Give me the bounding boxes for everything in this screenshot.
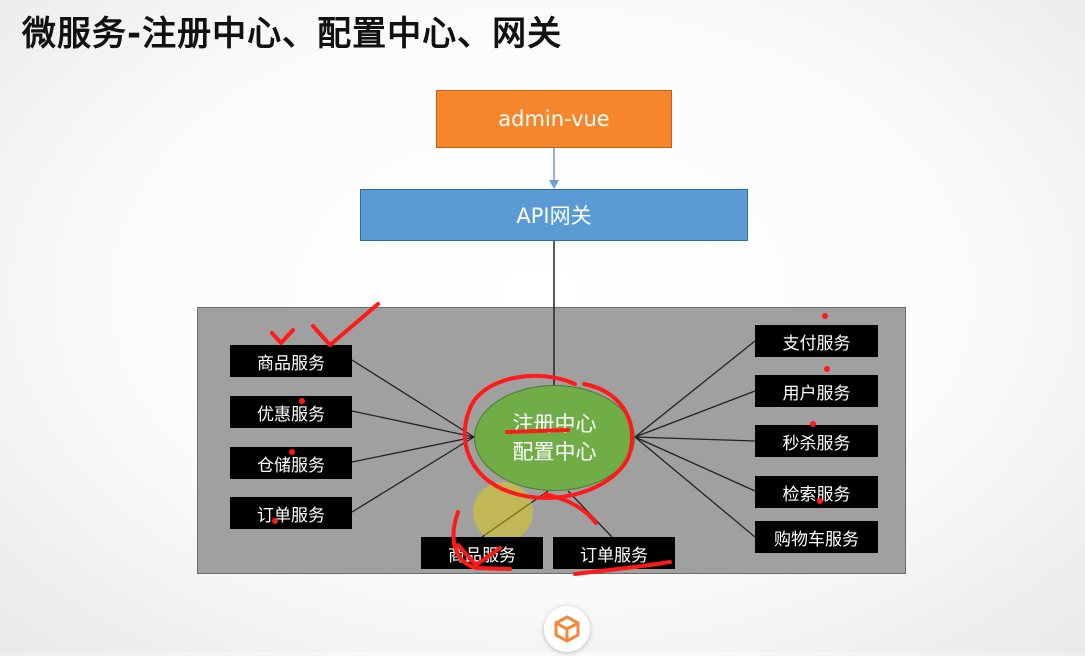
cube-logo-icon (544, 606, 590, 652)
checkmark-annotation (311, 302, 380, 347)
circle-annotation (462, 373, 634, 500)
dot-annotation (289, 449, 295, 455)
underline-annotation (573, 560, 672, 576)
dot-annotation (822, 313, 828, 319)
dot-annotation (299, 398, 305, 404)
checkmark-annotation (270, 328, 295, 345)
dot-annotation (824, 366, 830, 372)
dot-annotation (810, 421, 816, 427)
dot-annotation (272, 518, 278, 524)
underline-annotation (505, 428, 570, 434)
annotation-layer (270, 302, 830, 576)
dot-annotation (817, 498, 823, 504)
